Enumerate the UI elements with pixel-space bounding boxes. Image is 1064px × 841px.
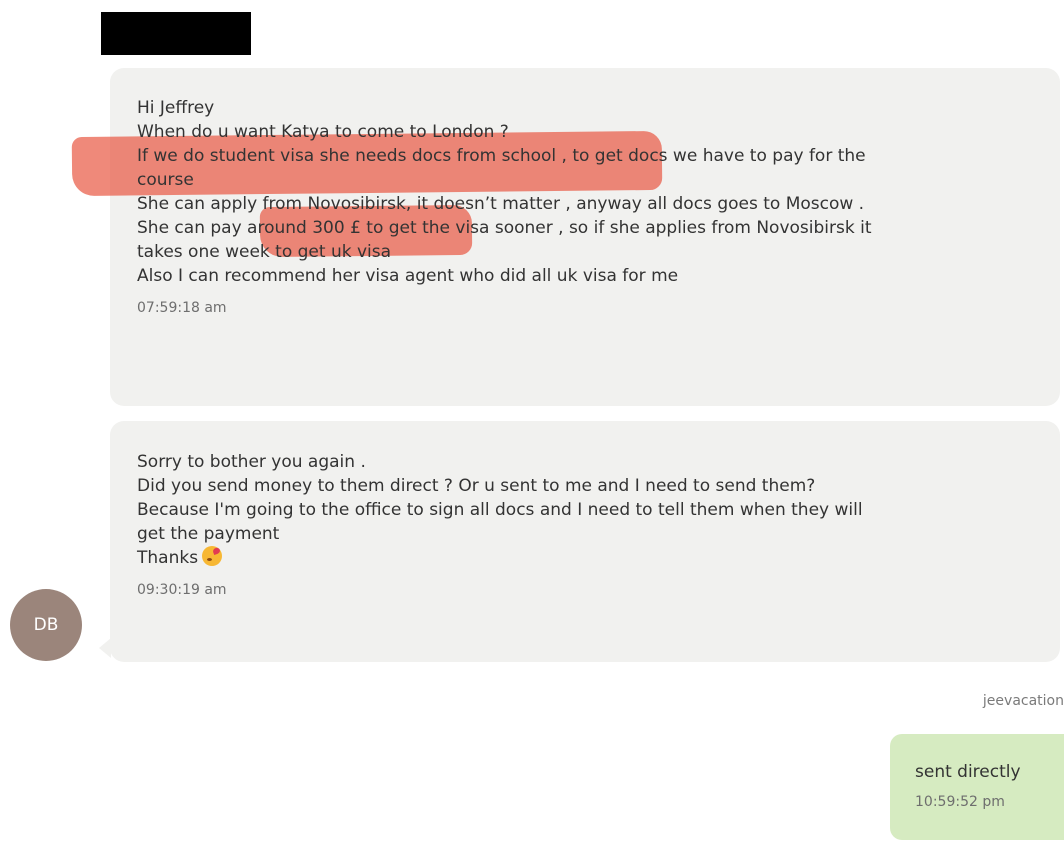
bubble-tail [99,638,111,658]
message-line: She can apply from Novosibirsk, it doesn… [137,194,865,214]
message-bubble-1[interactable]: Hi Jeffrey When do u want Katya to come … [71,68,1060,406]
reply-timestamp: 10:59:52 pm [915,794,1005,810]
reply-text: sent directly [915,762,1021,782]
message-line: Sorry to bother you again . [137,452,366,472]
message-line: takes one week to get uk visa [137,242,392,262]
reply-sender-name: jeevacation [982,693,1064,709]
message-line: get the payment [137,524,280,544]
message-line: When do u want Katya to come to London ? [137,122,509,142]
message-line: Also I can recommend her visa agent who … [137,266,679,286]
message-line: course [137,170,194,190]
message-line: If we do student visa she needs docs fro… [137,146,866,166]
chat-screen: Hi Jeffrey When do u want Katya to come … [0,0,1064,841]
message-body: Hi Jeffrey When do u want Katya to come … [71,96,1048,316]
message-line: Hi Jeffrey [137,98,215,118]
message-line: She can pay around 300 £ to get the visa… [137,218,872,238]
message-line-with-emoji: Thanks [137,546,1048,570]
sender-avatar[interactable]: DB [10,589,82,661]
message-timestamp: 07:59:18 am [137,300,227,316]
message-timestamp: 09:30:19 am [137,582,227,598]
redacted-name-block [101,12,251,55]
message-bubble-2[interactable]: Sorry to bother you again . Did you send… [110,421,1060,662]
avatar-initials: DB [33,615,59,635]
message-line: Thanks [137,548,199,568]
message-line: Because I'm going to the office to sign … [137,500,863,520]
message-line: Did you send money to them direct ? Or u… [137,476,816,496]
kissing-face-emoji-icon [202,546,223,566]
reply-bubble[interactable]: sent directly 10:59:52 pm [890,734,1064,840]
